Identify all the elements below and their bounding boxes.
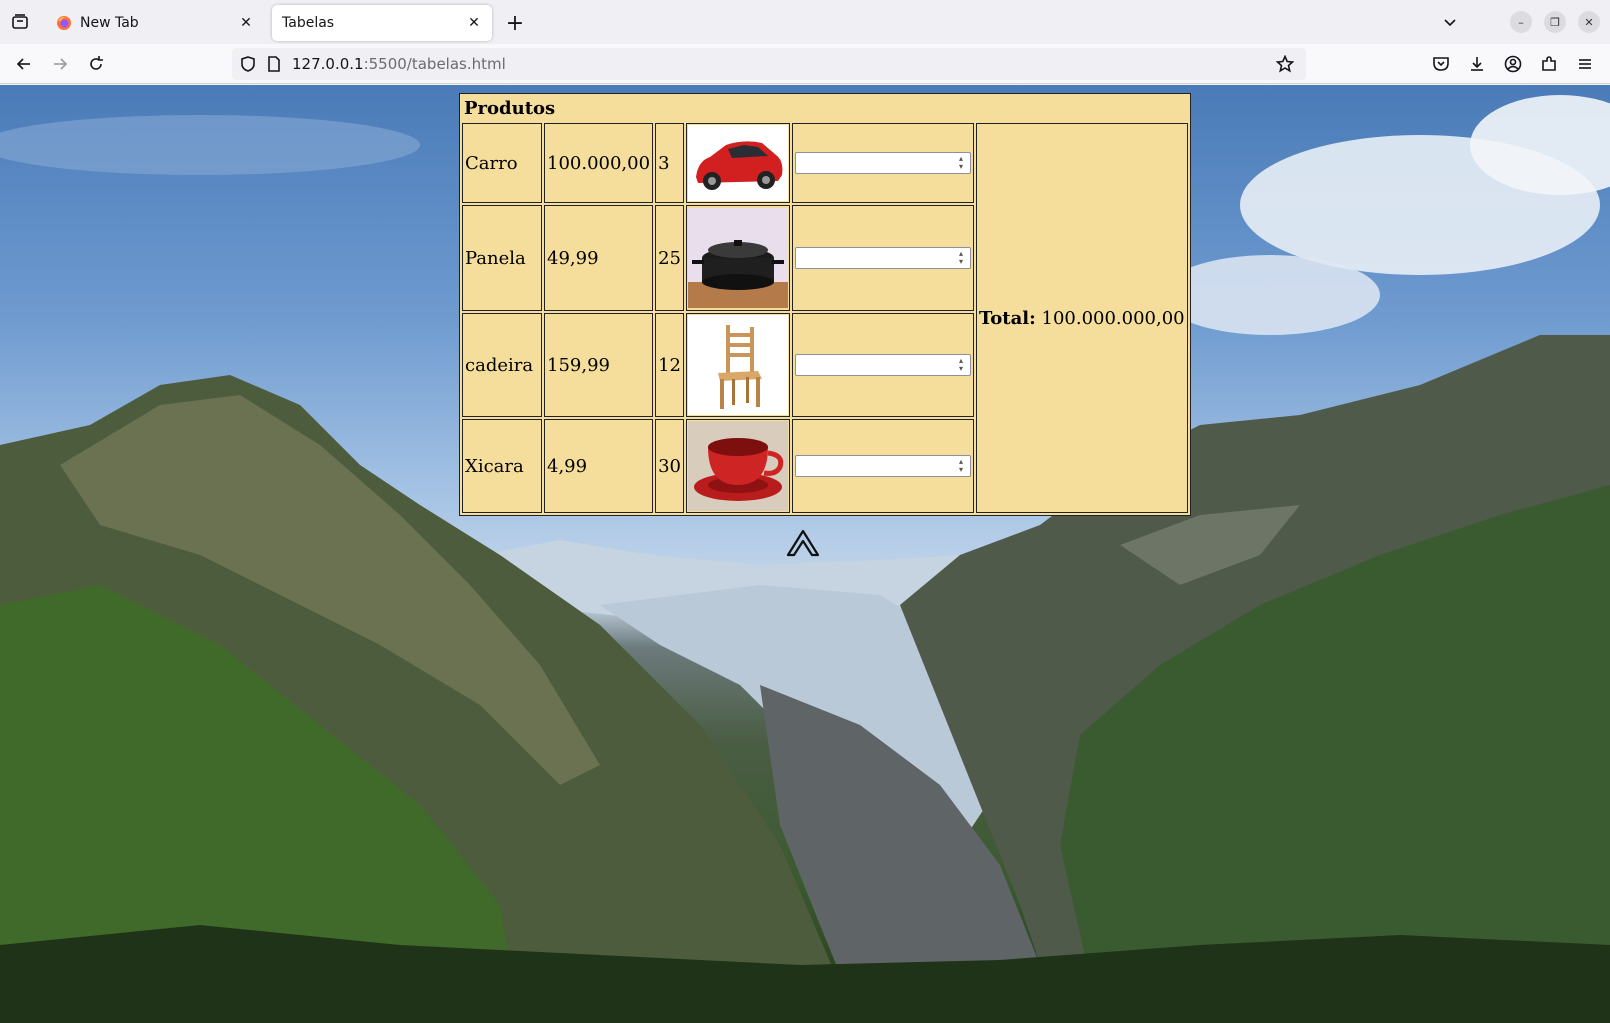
quantity-input[interactable]: ▴ ▾ bbox=[794, 152, 971, 174]
close-window-button[interactable]: ✕ bbox=[1578, 11, 1600, 33]
product-image-cell bbox=[685, 123, 790, 203]
list-all-tabs-button[interactable] bbox=[1436, 10, 1464, 34]
bookmark-star-icon[interactable] bbox=[1276, 55, 1294, 73]
downloads-button[interactable] bbox=[1463, 50, 1491, 78]
product-price: 49,99 bbox=[544, 205, 654, 311]
quantity-input-cell: ▴ ▾ bbox=[791, 123, 974, 203]
pocket-icon bbox=[1433, 57, 1449, 71]
puzzle-icon bbox=[1542, 56, 1556, 71]
quantity-input-cell: ▴ ▾ bbox=[791, 419, 974, 513]
product-name: Carro bbox=[462, 123, 542, 203]
product-quantity: 12 bbox=[655, 313, 684, 417]
tab-new-tab[interactable]: New Tab ✕ bbox=[44, 5, 264, 41]
minimize-button[interactable]: – bbox=[1510, 11, 1532, 33]
red-car-image bbox=[687, 125, 788, 201]
product-quantity: 30 bbox=[655, 419, 684, 513]
firefox-icon bbox=[57, 16, 71, 30]
close-tab-icon[interactable]: ✕ bbox=[234, 11, 258, 35]
spinner-arrows-icon[interactable]: ▴ ▾ bbox=[955, 458, 967, 474]
new-tab-button[interactable]: + bbox=[500, 8, 530, 38]
tab-manager-icon bbox=[12, 14, 28, 29]
quantity-input[interactable]: ▴ ▾ bbox=[794, 354, 971, 376]
spinner-arrows-icon[interactable]: ▴ ▾ bbox=[955, 155, 967, 171]
forward-arrow-icon bbox=[54, 58, 68, 70]
quantity-input[interactable]: ▴ ▾ bbox=[794, 247, 971, 269]
tab-title: Tabelas bbox=[282, 15, 335, 31]
back-button[interactable] bbox=[10, 50, 38, 78]
restore-button[interactable]: ❐ bbox=[1544, 11, 1566, 33]
hamburger-menu-icon bbox=[1579, 59, 1591, 69]
account-button[interactable] bbox=[1499, 50, 1527, 78]
forward-button[interactable] bbox=[46, 50, 74, 78]
product-price: 4,99 bbox=[544, 419, 654, 513]
product-image-cell bbox=[685, 205, 790, 311]
shield-icon bbox=[241, 56, 255, 72]
products-table: Produtos Carro 100.000,00 3 ▴ ▾ Total: 10 bbox=[459, 93, 1191, 516]
product-price: 159,99 bbox=[544, 313, 654, 417]
wooden-chair-image bbox=[687, 315, 788, 415]
tab-bar: New Tab ✕ Tabelas ✕ + – ❐ ✕ bbox=[0, 0, 1610, 44]
total-label: Total: bbox=[978, 307, 1036, 329]
product-name: Xicara bbox=[462, 419, 542, 513]
red-cup-image bbox=[687, 421, 788, 511]
spinner-arrows-icon[interactable]: ▴ ▾ bbox=[955, 250, 967, 266]
menu-button[interactable] bbox=[1571, 50, 1599, 78]
tab-tabelas[interactable]: Tabelas ✕ bbox=[272, 5, 492, 41]
page-icon bbox=[268, 56, 280, 72]
quantity-input-cell: ▴ ▾ bbox=[791, 205, 974, 311]
account-icon bbox=[1504, 55, 1522, 73]
nav-toolbar: 127.0.0.1:5500/tabelas.html bbox=[0, 44, 1610, 84]
cooking-pot-image bbox=[687, 208, 788, 308]
product-price: 100.000,00 bbox=[544, 123, 654, 203]
url-host: 127.0.0.1 bbox=[292, 55, 364, 73]
url-text: 127.0.0.1:5500/tabelas.html bbox=[292, 55, 506, 73]
total-value: 100.000.000,00 bbox=[1041, 307, 1185, 329]
download-icon bbox=[1471, 57, 1483, 71]
product-name: Panela bbox=[462, 205, 542, 311]
quantity-input-cell: ▴ ▾ bbox=[791, 313, 974, 417]
spinner-arrows-icon[interactable]: ▴ ▾ bbox=[955, 357, 967, 373]
total-cell: Total: 100.000.000,00 bbox=[975, 123, 1188, 513]
scroll-to-top-icon[interactable] bbox=[786, 527, 820, 559]
url-path: :5500/tabelas.html bbox=[363, 55, 506, 73]
address-bar[interactable]: 127.0.0.1:5500/tabelas.html bbox=[232, 48, 1306, 80]
product-quantity: 3 bbox=[655, 123, 684, 203]
product-image-cell bbox=[685, 313, 790, 417]
page-viewport: Produtos Carro 100.000,00 3 ▴ ▾ Total: 10 bbox=[0, 85, 1610, 1023]
tab-manager-button[interactable] bbox=[0, 0, 40, 44]
tab-title: New Tab bbox=[80, 15, 139, 31]
chevron-down-icon bbox=[1444, 19, 1456, 27]
reload-icon bbox=[90, 56, 103, 70]
quantity-input[interactable]: ▴ ▾ bbox=[794, 455, 971, 477]
table-row: Carro 100.000,00 3 ▴ ▾ Total: 100.000.000… bbox=[462, 123, 1188, 513]
extensions-button[interactable] bbox=[1535, 50, 1563, 78]
pocket-button[interactable] bbox=[1427, 50, 1455, 78]
table-caption: Produtos bbox=[464, 98, 556, 119]
product-quantity: 25 bbox=[655, 205, 684, 311]
reload-button[interactable] bbox=[82, 50, 110, 78]
product-name: cadeira bbox=[462, 313, 542, 417]
close-tab-icon[interactable]: ✕ bbox=[462, 11, 486, 35]
product-image-cell bbox=[685, 419, 790, 513]
back-arrow-icon bbox=[16, 58, 30, 70]
